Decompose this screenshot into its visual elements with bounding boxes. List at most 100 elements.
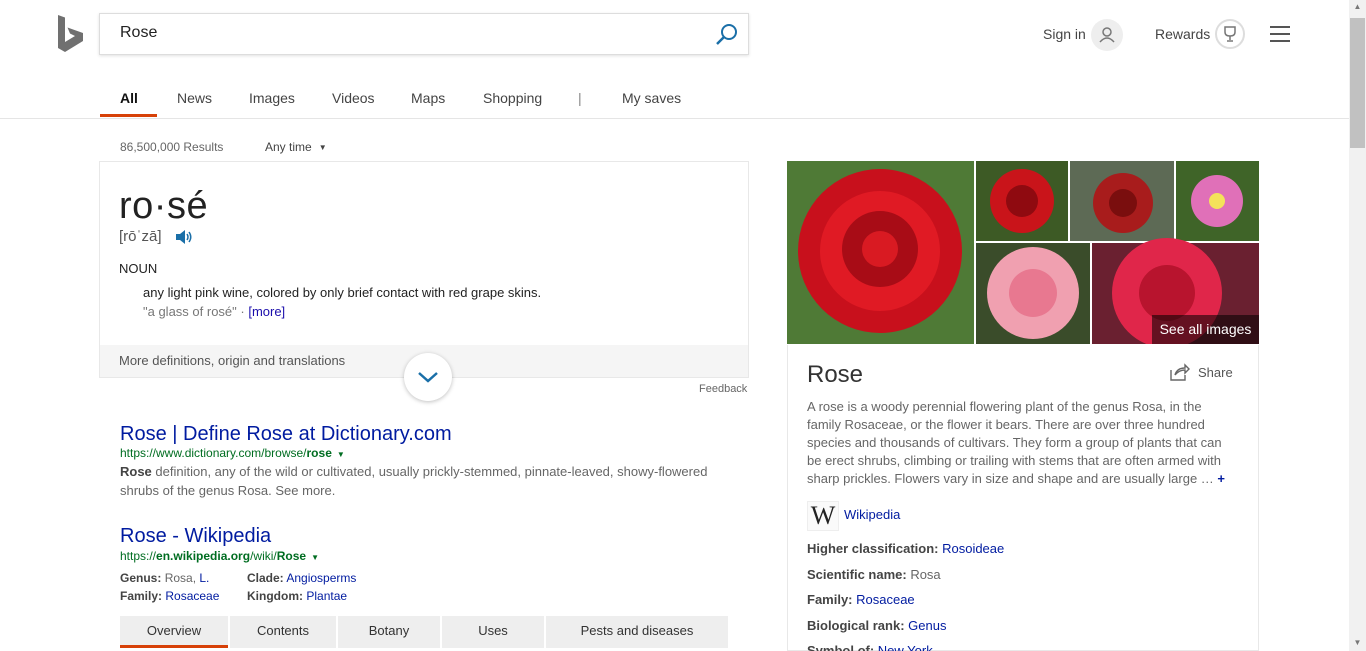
tab-separator: | (578, 90, 582, 106)
sign-in-link[interactable]: Sign in (1043, 26, 1086, 42)
knowledge-description: A rose is a woody perennial flowering pl… (807, 398, 1227, 488)
scroll-down-arrow-icon[interactable]: ▼ (1350, 638, 1365, 647)
fact-clade: Clade: Angiosperms (247, 571, 356, 585)
fact-link[interactable]: Angiosperms (286, 571, 356, 585)
share-button[interactable]: Share (1198, 365, 1233, 380)
tab-images[interactable]: Images (249, 90, 295, 106)
tab-videos[interactable]: Videos (332, 90, 375, 106)
result-count: 86,500,000 Results (120, 140, 224, 154)
description-text: A rose is a woody perennial flowering pl… (807, 399, 1222, 486)
fact-link[interactable]: L. (199, 571, 209, 585)
fact-link[interactable]: New York (878, 643, 933, 651)
hamburger-menu-icon[interactable] (1270, 26, 1290, 42)
pronunciation: [rōˈzā] (119, 228, 162, 245)
fact-label: Family: (120, 589, 163, 603)
fact-link[interactable]: Rosaceae (856, 592, 915, 607)
see-all-images-button[interactable]: See all images (1152, 315, 1259, 344)
time-filter-label: Any time (265, 140, 312, 154)
expand-description-button[interactable]: + (1217, 471, 1225, 486)
tab-shopping[interactable]: Shopping (483, 90, 542, 106)
speaker-icon[interactable] (175, 229, 193, 245)
rewards-link[interactable]: Rewards (1155, 26, 1210, 42)
wiki-tab-botany[interactable]: Botany (338, 616, 440, 648)
dictionary-word: ro·sé (119, 185, 209, 227)
nav-divider (0, 118, 1349, 119)
more-link[interactable]: [more] (248, 304, 285, 319)
fact-symbol-of: Symbol of: New York (807, 643, 933, 651)
caret-down-icon: ▼ (318, 143, 327, 152)
tab-my-saves[interactable]: My saves (622, 90, 681, 106)
url-bold: rose (306, 446, 332, 460)
bing-logo[interactable] (56, 15, 84, 53)
scroll-up-arrow-icon[interactable]: ▲ (1350, 2, 1365, 11)
fact-label: Family: (807, 592, 857, 607)
wikipedia-link[interactable]: Wikipedia (844, 507, 900, 522)
fact-value: Rosa, (164, 571, 200, 585)
caret-down-icon[interactable]: ▼ (337, 450, 345, 459)
active-wiki-tab-indicator (120, 645, 228, 648)
wiki-tab-overview[interactable]: Overview (120, 616, 228, 648)
url-bold: Rose (276, 549, 307, 563)
fact-link[interactable]: Rosaceae (165, 589, 219, 603)
url-prefix: https:// (120, 549, 157, 563)
fact-label: Genus: (120, 571, 162, 585)
fact-label: Biological rank: (807, 618, 909, 633)
search-icon[interactable] (714, 22, 740, 48)
user-avatar-icon[interactable] (1091, 19, 1123, 51)
url-bold: en.wikipedia.org (156, 549, 251, 563)
wiki-tab-pests-and-diseases[interactable]: Pests and diseases (546, 616, 728, 648)
caret-down-icon[interactable]: ▼ (311, 553, 319, 562)
result-title[interactable]: Rose - Wikipedia (120, 525, 271, 548)
rose-image-4[interactable] (1176, 161, 1259, 241)
wiki-tab-uses[interactable]: Uses (442, 616, 544, 648)
fact-label: Scientific name: (807, 567, 911, 582)
fact-link[interactable]: Rosoideae (942, 541, 1004, 556)
knowledge-title: Rose (807, 361, 864, 388)
fact-genus: Genus: Rosa, L. (120, 571, 209, 585)
wikipedia-logo-icon: W (807, 501, 839, 531)
feedback-link[interactable]: Feedback (699, 383, 747, 395)
wiki-tab-contents[interactable]: Contents (230, 616, 336, 648)
fact-scientific-name: Scientific name: Rosa (807, 567, 941, 582)
fact-label: Higher classification: (807, 541, 943, 556)
tab-all[interactable]: All (120, 90, 138, 106)
chevron-down-icon (418, 372, 438, 383)
more-definitions-label[interactable]: More definitions, origin and translation… (119, 353, 345, 368)
rose-image-5[interactable] (976, 243, 1090, 344)
tab-news[interactable]: News (177, 90, 212, 106)
fact-kingdom: Kingdom: Plantae (247, 589, 347, 603)
result-title[interactable]: Rose | Define Rose at Dictionary.com (120, 423, 452, 446)
scrollbar-thumb[interactable] (1350, 18, 1365, 148)
snippet-text: definition, any of the wild or cultivate… (120, 464, 708, 498)
fact-value: Rosa (910, 567, 941, 582)
rose-image-1[interactable] (787, 161, 974, 344)
search-input[interactable] (120, 24, 680, 42)
example-text: "a glass of rosé" · (143, 304, 249, 319)
part-of-speech: NOUN (119, 261, 158, 276)
tab-maps[interactable]: Maps (411, 90, 445, 106)
fact-higher-classification: Higher classification: Rosoideae (807, 541, 1004, 556)
expand-button[interactable] (404, 353, 452, 401)
result-url: https://en.wikipedia.org/wiki/Rose ▼ (120, 549, 319, 563)
rose-image-3[interactable] (1070, 161, 1174, 241)
snippet-bold: Rose (120, 464, 152, 479)
fact-label: Clade: (247, 571, 284, 585)
fact-family: Family: Rosaceae (120, 589, 219, 603)
rose-image-2[interactable] (976, 161, 1068, 241)
url-mid: /wiki/ (250, 549, 277, 563)
fact-label: Kingdom: (247, 589, 303, 603)
fact-biological-rank: Biological rank: Genus (807, 618, 946, 633)
fact-link[interactable]: Genus (908, 618, 946, 633)
result-snippet: Rose definition, any of the wild or cult… (120, 462, 730, 500)
share-icon[interactable] (1170, 363, 1190, 381)
example-usage: "a glass of rosé" · [more] (143, 304, 285, 319)
fact-family: Family: Rosaceae (807, 592, 915, 607)
active-tab-indicator (100, 114, 157, 117)
search-box (99, 13, 749, 55)
url-prefix: https://www.dictionary.com/browse/ (120, 446, 307, 460)
definition-text: any light pink wine, colored by only bri… (143, 285, 542, 300)
fact-link[interactable]: Plantae (306, 589, 347, 603)
fact-label: Symbol of: (807, 643, 878, 651)
time-filter-dropdown[interactable]: Any time ▼ (265, 140, 327, 154)
rewards-trophy-icon[interactable] (1215, 19, 1245, 49)
